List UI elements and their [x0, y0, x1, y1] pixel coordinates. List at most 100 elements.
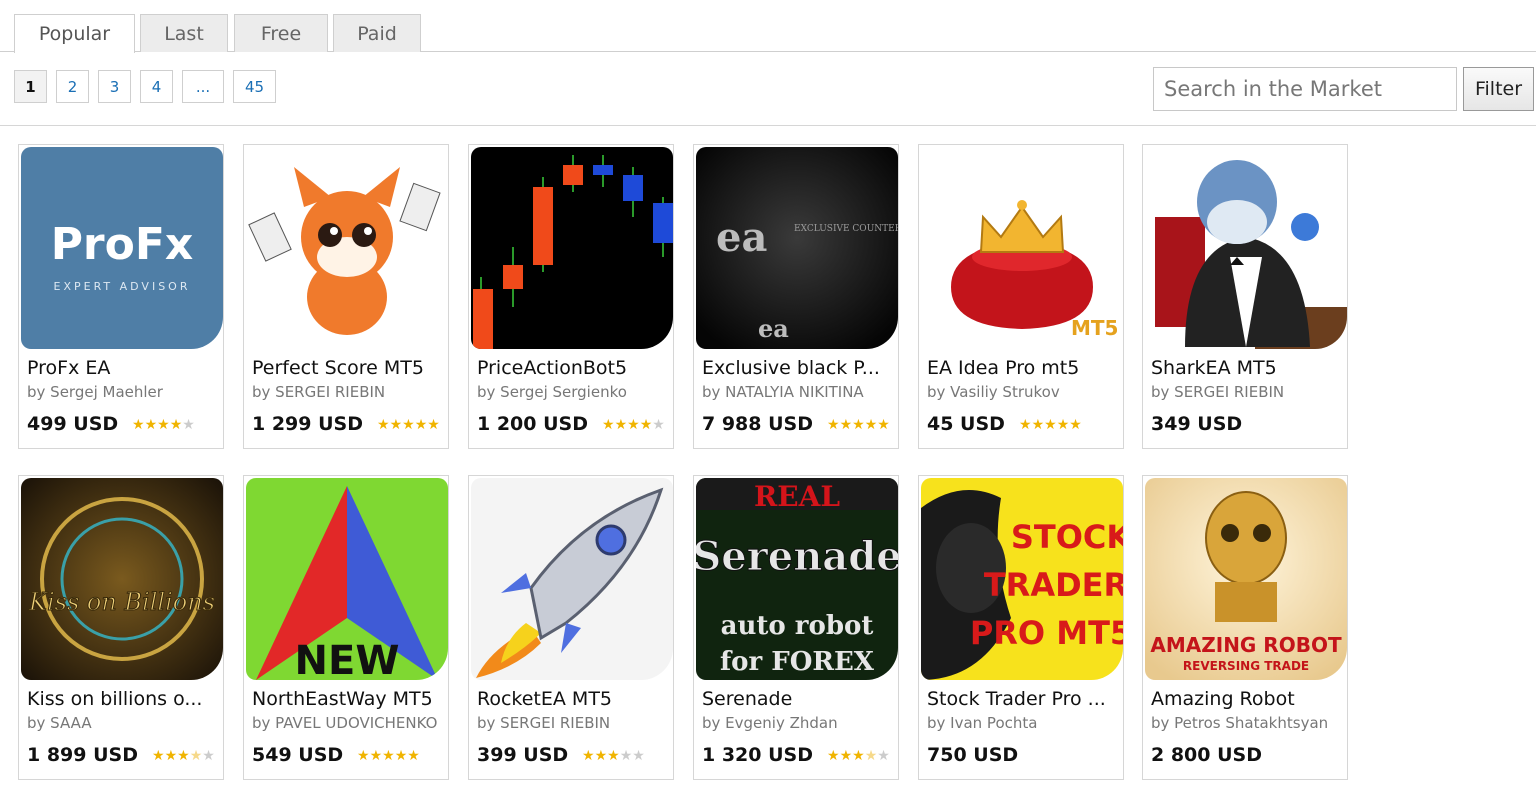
rating-stars: ★★★★★	[152, 748, 215, 764]
thumb-text-2: REVERSING TRADE	[1183, 659, 1309, 673]
star-icon: ★	[357, 748, 370, 764]
thumb-text-2: TRADER	[984, 566, 1123, 604]
product-price: 1 320 USD	[702, 744, 813, 766]
star-icon: ★	[202, 748, 215, 764]
product-card[interactable]: Perfect Score MT5 by SERGEI RIEBIN 1 299…	[243, 144, 449, 449]
star-icon: ★	[382, 748, 395, 764]
tab-paid[interactable]: Paid	[333, 14, 421, 52]
star-icon: ★	[864, 417, 878, 433]
star-icon: ★	[877, 748, 890, 764]
page-1-button[interactable]: 1	[14, 70, 47, 103]
star-icon: ★	[852, 748, 865, 764]
product-price: 1 299 USD	[252, 413, 363, 435]
product-thumbnail	[471, 478, 673, 680]
thumb-text: EXCLUSIVE COUNTERTOPS AUSTRALIA	[794, 224, 898, 234]
product-card[interactable]: REAL Serenade auto robot for FOREX Seren…	[693, 475, 899, 780]
star-icon: ★	[189, 748, 203, 764]
product-author[interactable]: by SERGEI RIEBIN	[1151, 383, 1345, 401]
page-ellipsis-button[interactable]: ...	[182, 70, 224, 103]
star-icon: ★	[864, 748, 878, 764]
product-title[interactable]: Perfect Score MT5	[252, 357, 442, 379]
product-author[interactable]: by NATALYIA NIKITINA	[702, 383, 896, 401]
product-title[interactable]: NorthEastWay MT5	[252, 688, 442, 710]
product-title[interactable]: Serenade	[702, 688, 892, 710]
thumb-text: Kiss on Billions	[28, 588, 215, 616]
product-card[interactable]: PriceActionBot5 by Sergej Sergienko 1 20…	[468, 144, 674, 449]
product-card[interactable]: ea EXCLUSIVE COUNTERTOPS AUSTRALIA ea Ex…	[693, 144, 899, 449]
product-author[interactable]: by Vasiliy Strukov	[927, 383, 1121, 401]
product-title[interactable]: ProFx EA	[27, 357, 217, 379]
page-2-button[interactable]: 2	[56, 70, 89, 103]
product-price: 2 800 USD	[1151, 744, 1262, 766]
product-title[interactable]: EA Idea Pro mt5	[927, 357, 1117, 379]
product-author[interactable]: by Evgeniy Zhdan	[702, 714, 896, 732]
thumb-text: REAL	[754, 480, 840, 513]
star-icon: ★	[182, 417, 195, 433]
star-icon: ★	[1056, 417, 1070, 433]
product-thumbnail: ProFx EXPERT ADVISOR	[21, 147, 223, 349]
product-thumbnail: AMAZING ROBOT REVERSING TRADE	[1145, 478, 1347, 680]
product-author[interactable]: by SAAA	[27, 714, 221, 732]
thumb-text: STOCK	[1011, 518, 1123, 556]
star-icon: ★	[652, 417, 665, 433]
star-icon: ★	[164, 748, 178, 764]
star-icon: ★	[144, 417, 158, 433]
product-title[interactable]: Kiss on billions o...	[27, 688, 217, 710]
product-author[interactable]: by PAVEL UDOVICHENKO	[252, 714, 446, 732]
product-card[interactable]: NEW NorthEastWay MT5 by PAVEL UDOVICHENK…	[243, 475, 449, 780]
product-author[interactable]: by Sergej Maehler	[27, 383, 221, 401]
star-icon: ★	[632, 748, 645, 764]
star-icon: ★	[839, 748, 853, 764]
thumb-text: ProFx	[51, 219, 194, 270]
star-icon: ★	[407, 748, 420, 764]
star-icon: ★	[594, 748, 608, 764]
star-icon: ★	[602, 417, 615, 433]
product-title[interactable]: Stock Trader Pro ...	[927, 688, 1117, 710]
star-icon: ★	[619, 748, 633, 764]
thumb-text-2: Serenade	[696, 533, 898, 580]
star-icon: ★	[389, 417, 403, 433]
star-icon: ★	[169, 417, 183, 433]
product-author[interactable]: by Sergej Sergienko	[477, 383, 671, 401]
product-thumbnail	[471, 147, 673, 349]
product-thumbnail: REAL Serenade auto robot for FOREX	[696, 478, 898, 680]
product-card[interactable]: SharkEA MT5 by SERGEI RIEBIN 349 USD	[1142, 144, 1348, 449]
filter-button[interactable]: Filter	[1463, 67, 1534, 111]
product-title[interactable]: SharkEA MT5	[1151, 357, 1341, 379]
product-price: 750 USD	[927, 744, 1019, 766]
page-45-button[interactable]: 45	[233, 70, 276, 103]
product-price: 45 USD	[927, 413, 1005, 435]
product-thumbnail: MT5	[921, 147, 1123, 349]
product-card[interactable]: STOCK TRADER PRO MT5 Stock Trader Pro ..…	[918, 475, 1124, 780]
star-icon: ★	[582, 748, 595, 764]
star-icon: ★	[1044, 417, 1057, 433]
svg-text:ea: ea	[758, 314, 789, 343]
star-icon: ★	[614, 417, 628, 433]
tab-last[interactable]: Last	[140, 14, 228, 52]
thumb-text-3: PRO MT5	[970, 614, 1123, 652]
star-icon: ★	[152, 748, 165, 764]
product-title[interactable]: Exclusive black P...	[702, 357, 892, 379]
product-card[interactable]: ProFx EXPERT ADVISOR ProFx EA by Sergej …	[18, 144, 224, 449]
product-author[interactable]: by SERGEI RIEBIN	[477, 714, 671, 732]
product-title[interactable]: RocketEA MT5	[477, 688, 667, 710]
page-3-button[interactable]: 3	[98, 70, 131, 103]
product-card[interactable]: MT5 EA Idea Pro mt5 by Vasiliy Strukov 4…	[918, 144, 1124, 449]
star-icon: ★	[627, 417, 640, 433]
rating-stars: ★★★★★	[827, 748, 890, 764]
product-title[interactable]: PriceActionBot5	[477, 357, 667, 379]
market-search-input[interactable]	[1153, 67, 1457, 111]
product-card[interactable]: RocketEA MT5 by SERGEI RIEBIN 399 USD ★★…	[468, 475, 674, 780]
product-author[interactable]: by SERGEI RIEBIN	[252, 383, 446, 401]
tab-free[interactable]: Free	[234, 14, 328, 52]
market-toolbar: 1 2 3 4 ... 45 Filter	[0, 52, 1536, 126]
star-icon: ★	[177, 748, 190, 764]
product-author[interactable]: by Ivan Pochta	[927, 714, 1121, 732]
page-4-button[interactable]: 4	[140, 70, 173, 103]
tab-popular[interactable]: Popular	[14, 14, 135, 53]
product-card[interactable]: Kiss on Billions Kiss on billions o... b…	[18, 475, 224, 780]
star-icon: ★	[827, 417, 840, 433]
product-title[interactable]: Amazing Robot	[1151, 688, 1341, 710]
product-author[interactable]: by Petros Shatakhtsyan	[1151, 714, 1345, 732]
product-card[interactable]: AMAZING ROBOT REVERSING TRADE Amazing Ro…	[1142, 475, 1348, 780]
